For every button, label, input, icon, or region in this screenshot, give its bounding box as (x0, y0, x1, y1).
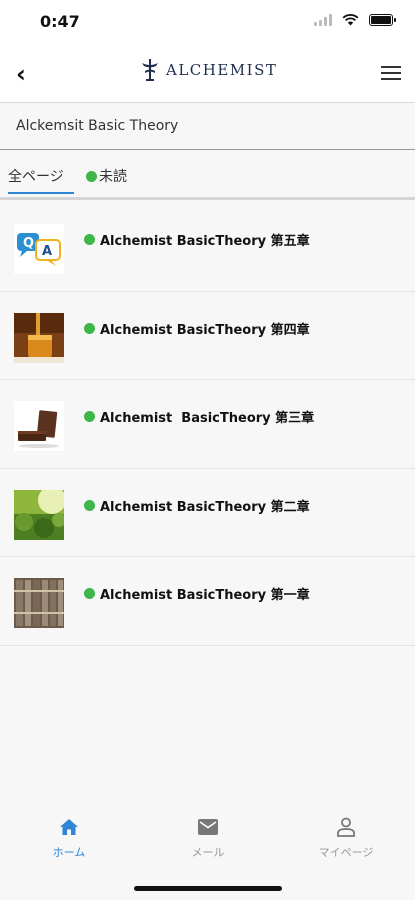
list-item[interactable]: Q A Alchemist BasicTheory 第五章 (0, 203, 415, 292)
home-icon (60, 819, 78, 835)
cellular-signal-icon (314, 14, 332, 26)
unread-dot-icon (84, 588, 95, 599)
item-title-text: Alchemist BasicTheory 第一章 (100, 588, 310, 603)
qa-thumbnail-icon: Q A (14, 224, 64, 274)
item-title-text: Alchemist BasicTheory 第三章 (100, 411, 315, 426)
item-title: Alchemist BasicTheory 第四章 (84, 319, 310, 338)
list-item[interactable]: Alchemist BasicTheory 第一章 (0, 557, 415, 646)
item-title: Alchemist BasicTheory 第一章 (84, 584, 310, 603)
tab-all-pages[interactable]: 全ページ (8, 166, 74, 194)
user-icon (337, 817, 355, 837)
filter-tabs: 全ページ 未読 (0, 152, 415, 200)
nav-mail-label: メール (191, 846, 225, 859)
honey-jar-thumbnail (14, 312, 64, 363)
nav-home-label: ホーム (52, 846, 86, 859)
nav-mail[interactable]: メール (158, 816, 258, 860)
old-books-thumbnail (14, 578, 64, 628)
home-indicator (134, 886, 282, 891)
back-button[interactable]: ‹ (16, 62, 26, 86)
section-title: Alckemsit Basic Theory (16, 118, 179, 134)
battery-icon (369, 14, 396, 26)
article-list: Q A Alchemist BasicTheory 第五章 Alchemist … (0, 203, 415, 646)
unread-dot-icon (84, 411, 95, 422)
wifi-icon (342, 14, 359, 26)
status-icons (314, 14, 396, 26)
unread-dot-icon (84, 322, 95, 334)
item-title: Alchemist BasicTheory 第二章 (84, 496, 310, 515)
list-item[interactable]: Alchemist BasicTheory 第四章 (0, 291, 415, 380)
nav-mypage[interactable]: マイページ (296, 816, 396, 860)
alchemist-logo: ALCHEMIST (140, 58, 277, 82)
svg-text:Q: Q (23, 236, 34, 251)
nav-home[interactable]: ホーム (19, 816, 119, 860)
logo-text: ALCHEMIST (166, 61, 278, 79)
hamburger-menu-icon[interactable] (381, 66, 401, 80)
unread-dot-icon (86, 170, 97, 182)
mail-icon (198, 819, 218, 835)
status-bar: 0:47 (0, 0, 415, 46)
section-header: Alckemsit Basic Theory (0, 103, 415, 150)
status-time: 0:47 (40, 12, 80, 31)
alchemist-emblem-icon (142, 59, 158, 81)
chocolate-thumbnail (14, 401, 64, 451)
item-title: Alchemist BasicTheory 第三章 (84, 407, 314, 426)
tab-unread[interactable]: 未読 (86, 166, 127, 186)
item-title-text: Alchemist BasicTheory 第四章 (100, 322, 310, 338)
item-title: Alchemist BasicTheory 第五章 (84, 230, 310, 249)
svg-text:A: A (42, 244, 52, 259)
green-field-thumbnail (14, 489, 64, 540)
nav-mypage-label: マイページ (318, 846, 374, 859)
item-title-text: Alchemist BasicTheory 第五章 (100, 234, 310, 249)
list-item[interactable]: Alchemist BasicTheory 第三章 (0, 380, 415, 469)
tab-unread-label: 未読 (99, 169, 127, 185)
item-title-text: Alchemist BasicTheory 第二章 (100, 499, 310, 515)
unread-dot-icon (84, 499, 95, 511)
app-screen: 0:47 ‹ ALCHEMIST Alckemsit Basic Theory (0, 0, 415, 900)
app-header: ‹ ALCHEMIST (0, 46, 415, 102)
unread-dot-icon (84, 234, 95, 245)
list-item[interactable]: Alchemist BasicTheory 第二章 (0, 468, 415, 557)
